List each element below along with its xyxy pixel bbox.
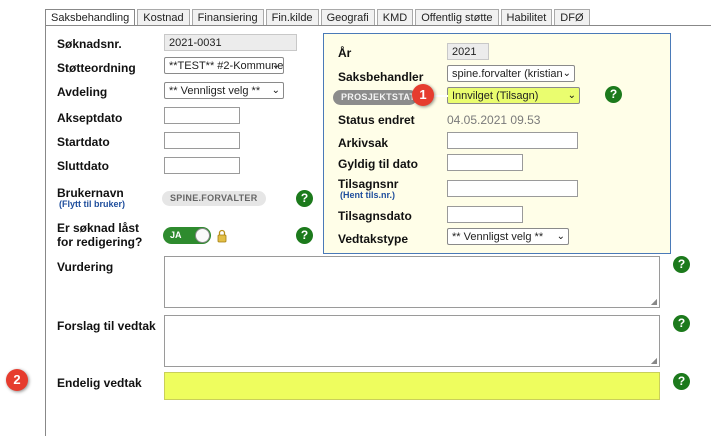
avdeling-label: Avdeling bbox=[57, 85, 108, 99]
callout-2: 2 bbox=[6, 369, 28, 391]
sluttdato-field[interactable] bbox=[164, 157, 240, 174]
endelig-vedtak-textarea[interactable] bbox=[164, 372, 660, 400]
chevron-down-icon: ⌄ bbox=[556, 231, 565, 242]
callout-1: 1 bbox=[412, 84, 434, 106]
chevron-down-icon: ⌄ bbox=[271, 60, 280, 71]
help-icon[interactable]: ? bbox=[296, 190, 313, 207]
help-icon[interactable]: ? bbox=[673, 256, 690, 273]
sluttdato-label: Sluttdato bbox=[57, 159, 109, 173]
saksbehandler-select[interactable]: spine.forvalter (kristian ⌄ bbox=[447, 65, 575, 82]
tab-dfo[interactable]: DFØ bbox=[554, 9, 590, 26]
flytt-til-bruker-link[interactable]: (Flytt til bruker) bbox=[59, 199, 125, 209]
arkivsak-field[interactable] bbox=[447, 132, 578, 149]
forslag-til-vedtak-textarea[interactable]: ◢ bbox=[164, 315, 660, 367]
tab-kmd[interactable]: KMD bbox=[376, 9, 414, 26]
gyldig-til-dato-label: Gyldig til dato bbox=[338, 157, 418, 171]
vurdering-textarea[interactable]: ◢ bbox=[164, 256, 660, 308]
tab-geografi[interactable]: Geografi bbox=[320, 9, 375, 26]
chevron-down-icon: ⌄ bbox=[271, 85, 280, 96]
help-icon[interactable]: ? bbox=[673, 373, 690, 390]
vedtakstype-select[interactable]: ** Vennligst velg ** ⌄ bbox=[447, 228, 569, 245]
brukernavn-badge: SPINE.FORVALTER bbox=[162, 191, 266, 206]
tilsagnsdato-field[interactable] bbox=[447, 206, 523, 223]
gyldig-til-dato-field[interactable] bbox=[447, 154, 523, 171]
akseptdato-field[interactable] bbox=[164, 107, 240, 124]
saksbehandler-label: Saksbehandler bbox=[338, 70, 424, 84]
prosjektstatus-badge: PROSJEKTSTATUS bbox=[333, 90, 417, 105]
tilsagnsnr-field[interactable] bbox=[447, 180, 578, 197]
help-icon[interactable]: ? bbox=[296, 227, 313, 244]
resize-grip-icon: ◢ bbox=[650, 297, 657, 306]
help-icon[interactable]: ? bbox=[605, 86, 622, 103]
tilsagnsnr-label: Tilsagnsnr bbox=[338, 177, 399, 191]
vedtakstype-label: Vedtakstype bbox=[338, 232, 409, 246]
tab-finansiering[interactable]: Finansiering bbox=[191, 9, 264, 26]
startdato-field[interactable] bbox=[164, 132, 240, 149]
status-endret-value: 04.05.2021 09.53 bbox=[447, 113, 541, 127]
startdato-label: Startdato bbox=[57, 135, 110, 149]
tab-bar: Saksbehandling Kostnad Finansiering Fin.… bbox=[45, 9, 592, 27]
soknadsnr-label: Søknadsnr. bbox=[57, 37, 122, 51]
stotteordning-value: **TEST** #2-Kommune bbox=[169, 60, 284, 72]
brukernavn-label: Brukernavn bbox=[57, 186, 124, 200]
arkivsak-label: Arkivsak bbox=[338, 136, 389, 150]
toggle-knob bbox=[195, 228, 210, 243]
laast-label-line1: Er søknad låst bbox=[57, 221, 140, 235]
tab-kostnad[interactable]: Kostnad bbox=[137, 9, 190, 26]
chevron-down-icon: ⌄ bbox=[562, 68, 571, 79]
tab-fin-kilde[interactable]: Fin.kilde bbox=[265, 9, 319, 26]
forslag-til-vedtak-label: Forslag til vedtak bbox=[57, 319, 156, 333]
vedtakstype-value: ** Vennligst velg ** bbox=[452, 231, 544, 243]
avdeling-select[interactable]: ** Vennligst velg ** ⌄ bbox=[164, 82, 284, 99]
help-icon[interactable]: ? bbox=[673, 315, 690, 332]
soknadsnr-field: 2021-0031 bbox=[164, 34, 297, 51]
akseptdato-label: Akseptdato bbox=[57, 111, 123, 125]
stotteordning-label: Støtteordning bbox=[57, 61, 136, 75]
status-endret-label: Status endret bbox=[338, 113, 415, 127]
laast-toggle[interactable]: JA bbox=[163, 227, 211, 244]
prosjektstatus-select[interactable]: Innvilget (Tilsagn) ⌄ bbox=[447, 87, 580, 104]
saksbehandler-value: spine.forvalter (kristian bbox=[452, 68, 563, 80]
vurdering-label: Vurdering bbox=[57, 260, 114, 274]
callout-2-pointer bbox=[26, 380, 42, 382]
tab-habilitet[interactable]: Habilitet bbox=[500, 9, 553, 26]
chevron-down-icon: ⌄ bbox=[567, 90, 576, 101]
tilsagnsdato-label: Tilsagnsdato bbox=[338, 209, 412, 223]
ar-field: 2021 bbox=[447, 43, 489, 60]
avdeling-value: ** Vennligst velg ** bbox=[169, 85, 261, 97]
laast-label-line2: for redigering? bbox=[57, 235, 143, 249]
prosjektstatus-value: Innvilget (Tilsagn) bbox=[452, 90, 539, 102]
lock-icon bbox=[216, 229, 228, 246]
stotteordning-select[interactable]: **TEST** #2-Kommune ⌄ bbox=[164, 57, 284, 74]
hent-tilsagnsnr-link[interactable]: (Hent tils.nr.) bbox=[340, 190, 395, 200]
tab-offentlig-stotte[interactable]: Offentlig støtte bbox=[415, 9, 499, 26]
callout-1-pointer bbox=[432, 95, 448, 97]
toggle-label: JA bbox=[170, 230, 182, 240]
endelig-vedtak-label: Endelig vedtak bbox=[57, 376, 142, 390]
ar-label: År bbox=[338, 46, 352, 60]
resize-grip-icon: ◢ bbox=[650, 356, 657, 365]
